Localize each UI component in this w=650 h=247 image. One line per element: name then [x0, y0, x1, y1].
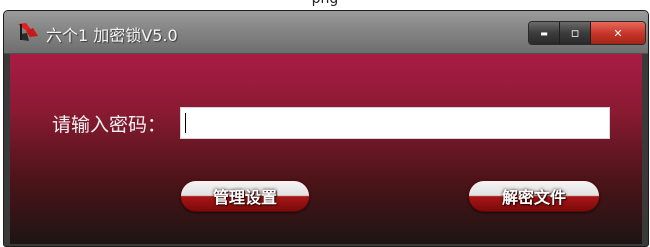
text-caret — [185, 113, 186, 133]
password-input[interactable] — [180, 107, 610, 139]
title-bar[interactable]: 六个1 加密锁V5.0 ▬ ▫ ✕ — [4, 11, 648, 54]
app-logo-icon — [18, 23, 38, 41]
app-window: 六个1 加密锁V5.0 ▬ ▫ ✕ 请输入密码： 管理设置 解密文件 — [3, 10, 649, 247]
window-controls: ▬ ▫ ✕ — [528, 21, 646, 45]
maximize-button[interactable]: ▫ — [560, 22, 591, 44]
window-title: 六个1 加密锁V5.0 — [46, 26, 178, 45]
manage-settings-button[interactable]: 管理设置 — [180, 180, 310, 212]
close-button[interactable]: ✕ — [591, 22, 645, 44]
decrypt-file-button[interactable]: 解密文件 — [468, 180, 600, 212]
maximize-icon: ▫ — [570, 25, 580, 41]
top-caption-strip: png — [0, 0, 650, 10]
minimize-icon: ▬ — [540, 28, 548, 38]
close-icon: ✕ — [613, 26, 623, 40]
top-caption: png — [0, 0, 650, 7]
dialog-body: 请输入密码： 管理设置 解密文件 — [10, 54, 642, 244]
minimize-button[interactable]: ▬ — [529, 22, 560, 44]
password-label: 请输入密码： — [52, 114, 167, 136]
